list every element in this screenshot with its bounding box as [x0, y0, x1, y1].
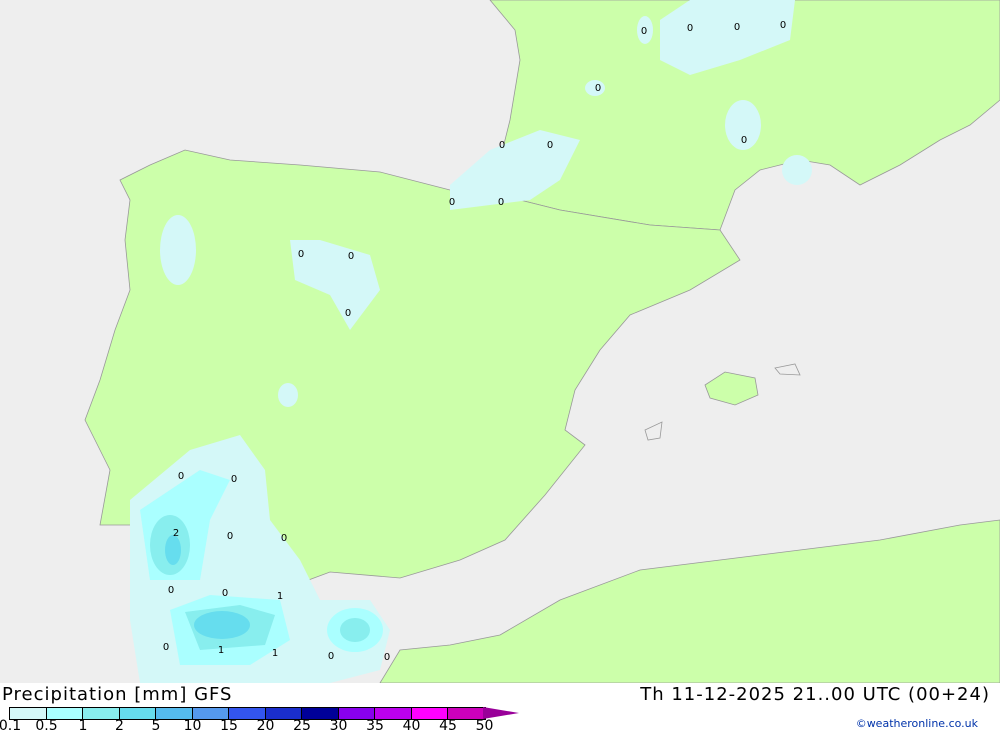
precip-value-label: 0 — [687, 23, 693, 34]
valid-time: Th 11-12-2025 21..00 UTC (00+24) — [640, 684, 990, 705]
precip-value-label: 0 — [231, 474, 237, 485]
precip-value-label: 0 — [498, 197, 504, 208]
legend-tick: 1 — [78, 718, 88, 734]
credit-link[interactable]: ©weatheronline.co.uk — [856, 717, 978, 730]
precip-value-label: 0 — [780, 20, 786, 31]
precip-value-label: 0 — [595, 83, 601, 94]
precip-value-label: 0 — [163, 642, 169, 653]
precipitation-map: 0 0 0 0 0 0 0 0 0 0 0 0 0 0 0 2 0 0 0 0 1 0 1 1 0 0 — [0, 0, 1000, 683]
precip-value-label: 0 — [178, 471, 184, 482]
precip-value-label: 0 — [168, 585, 174, 596]
precip-value-label: 0 — [741, 135, 747, 146]
legend-swatch — [83, 708, 120, 719]
precip-value-label: 0 — [449, 197, 455, 208]
precip-value-label: 1 — [277, 591, 283, 602]
precip-value-label: 0 — [298, 249, 304, 260]
precip-value-label: 0 — [281, 533, 287, 544]
precip-value-label: 0 — [328, 651, 334, 662]
precip-value-label: 0 — [222, 588, 228, 599]
legend-swatch — [119, 708, 156, 719]
legend-tick: 15 — [220, 718, 238, 734]
map-title: Precipitation [mm] GFS — [2, 684, 233, 705]
precip-value-label: 0 — [227, 531, 233, 542]
legend-tick: 2 — [115, 718, 124, 734]
precip-value-label: 1 — [272, 648, 278, 659]
precip-value-label: 0 — [348, 251, 354, 262]
legend-tick: 25 — [293, 718, 311, 734]
precip-value-label: 2 — [173, 528, 179, 539]
legend-tick: 50 — [475, 718, 494, 734]
legend-tick: 0.5 — [35, 718, 58, 734]
legend-tick: 35 — [366, 718, 384, 734]
legend-tick: 20 — [256, 718, 275, 734]
precip-value-label: 1 — [218, 645, 224, 656]
legend-tick: 30 — [329, 718, 348, 734]
legend-tick: 0.1 — [0, 718, 22, 734]
legend-tick: 40 — [402, 718, 421, 734]
legend-tick: 10 — [183, 718, 202, 734]
precip-value-label: 0 — [384, 652, 390, 663]
precip-value-label: 0 — [499, 140, 505, 151]
precip-value-label: 0 — [547, 140, 553, 151]
legend-tick: 45 — [439, 718, 457, 734]
precip-value-label: 0 — [734, 22, 740, 33]
legend-tick: 5 — [151, 718, 161, 734]
precip-value-label: 0 — [345, 308, 351, 319]
precip-value-label: 0 — [641, 26, 647, 37]
